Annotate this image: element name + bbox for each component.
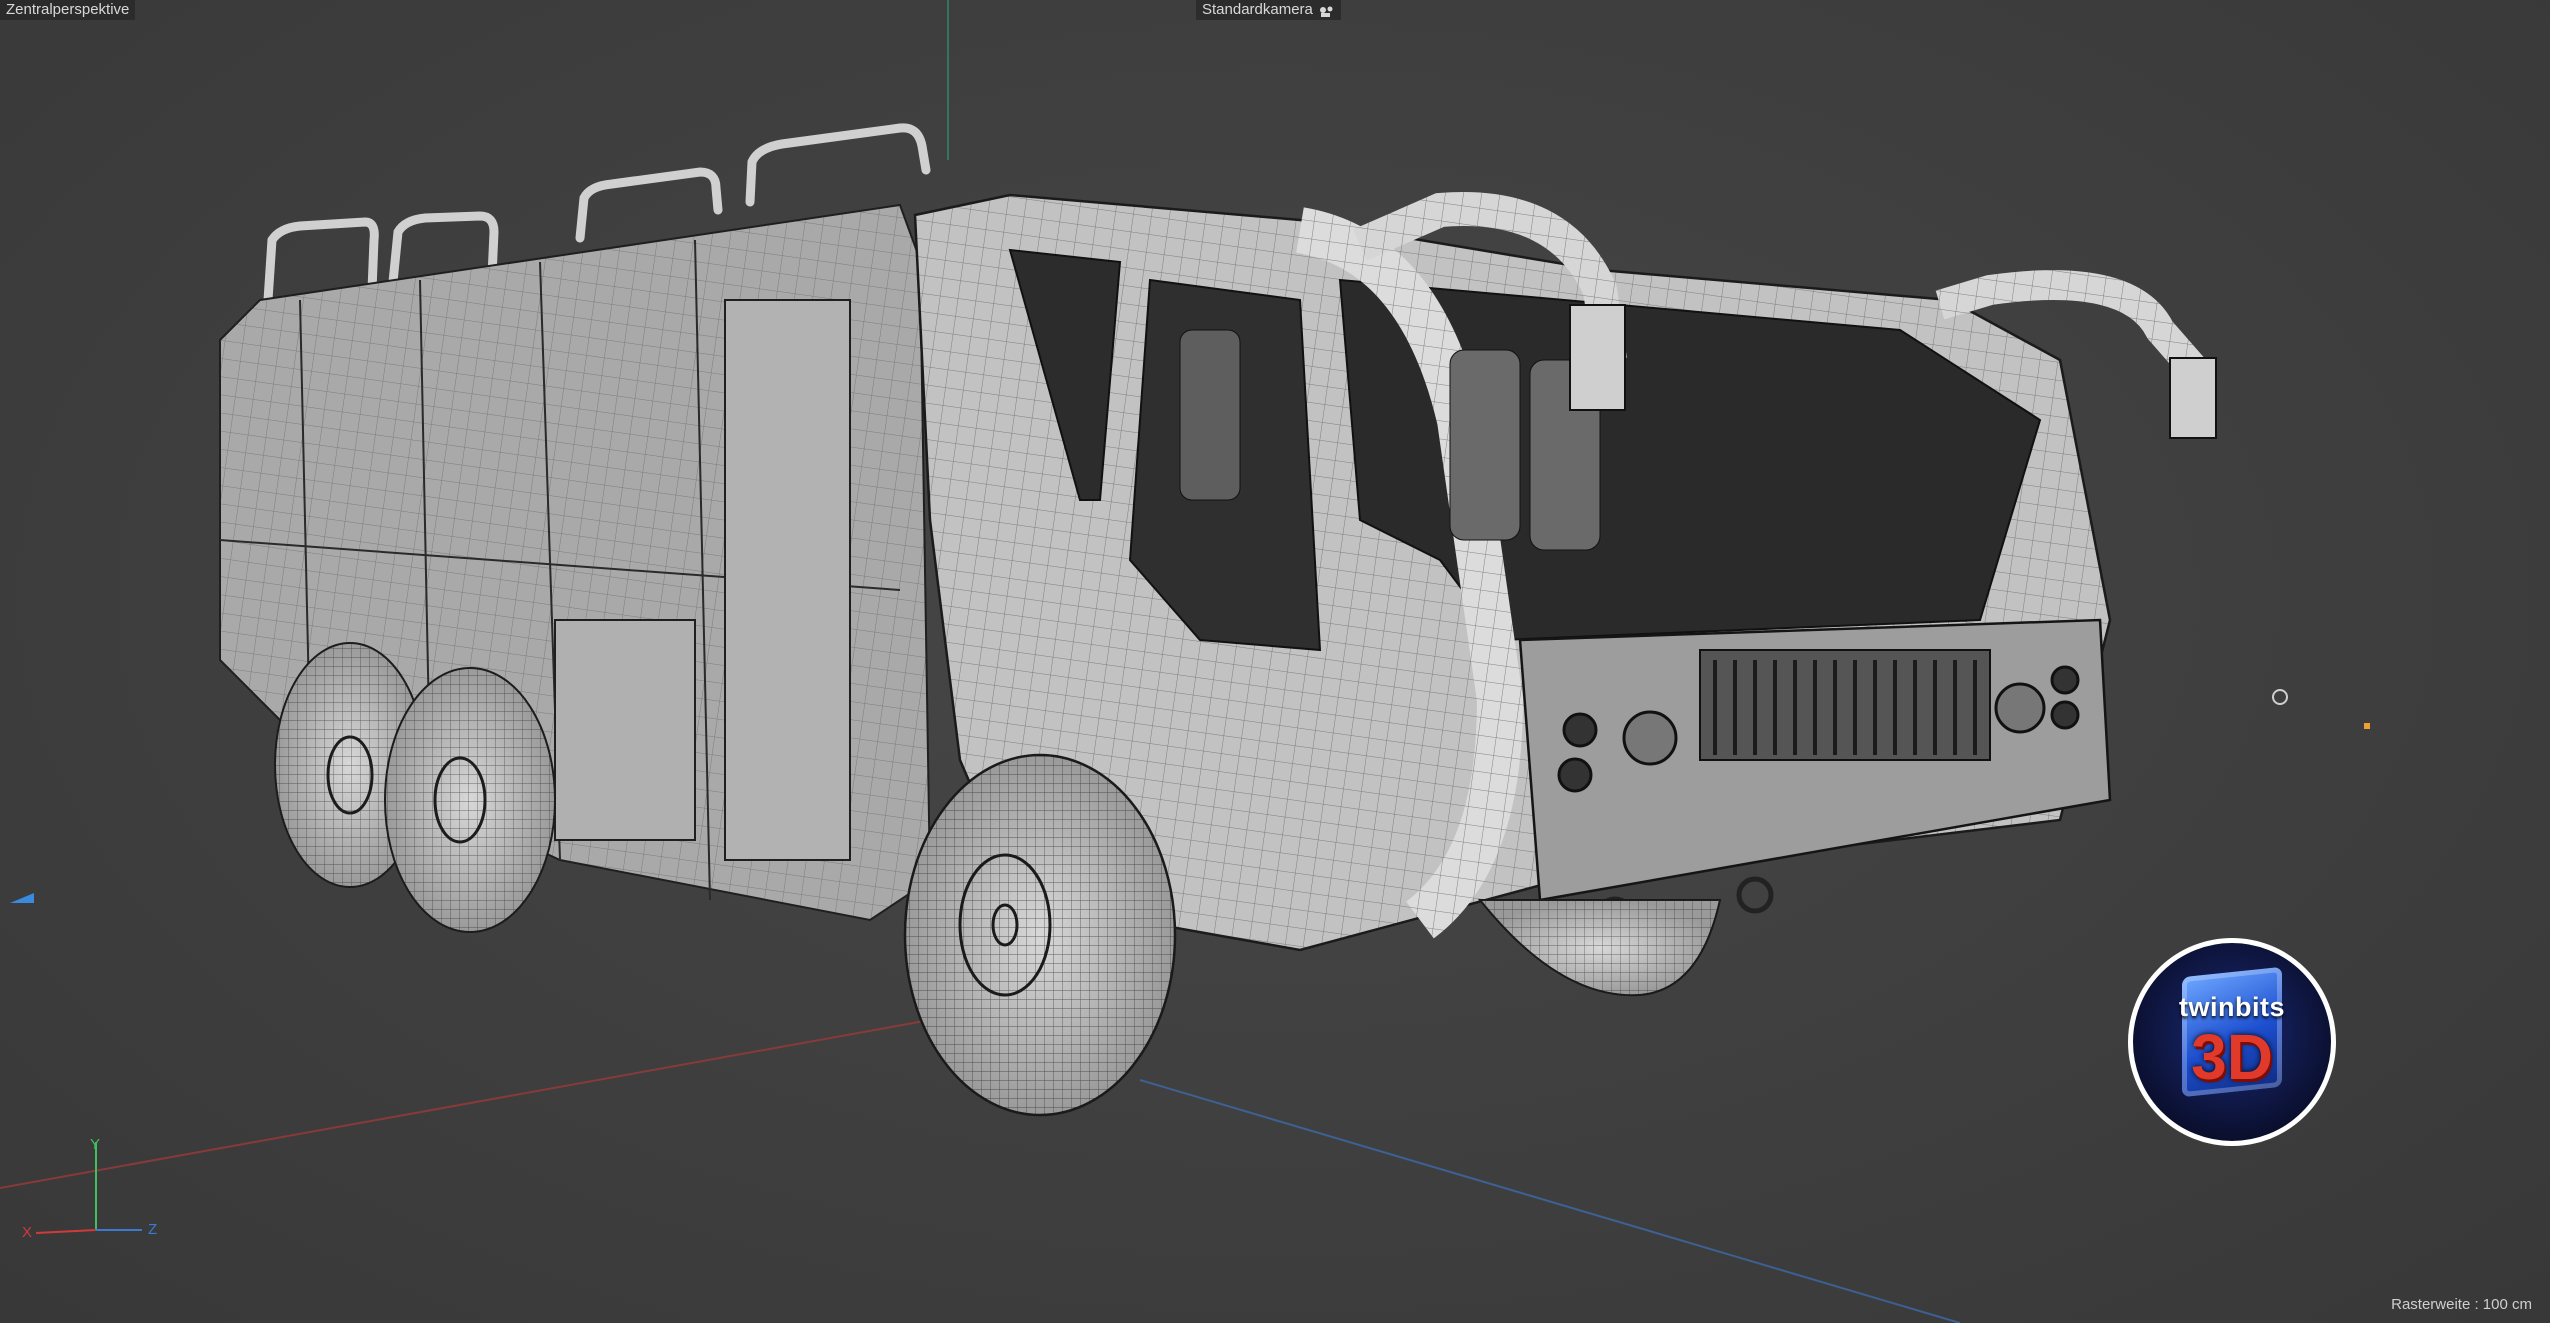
camera-name: Standardkamera (1202, 1, 1313, 18)
axis-gizmo: Y X Z (0, 1120, 190, 1250)
light-object-handle[interactable] (2272, 689, 2288, 705)
twinbits-3d-logo: twinbits 3D (2128, 938, 2336, 1146)
tow-hook-right (1736, 876, 1774, 914)
camera-selector[interactable]: Standardkamera (1196, 0, 1341, 20)
gizmo-y-label: Y (90, 1136, 101, 1153)
viewport-view-label[interactable]: Zentralperspektive (0, 0, 136, 20)
gizmo-x-label: X (22, 1224, 33, 1241)
gizmo-z-label: Z (148, 1221, 158, 1238)
logo-3d-text: 3D (2191, 1021, 2273, 1093)
front-bumper[interactable] (1518, 618, 2112, 934)
camera-rig-icon (1319, 4, 1335, 17)
view-orientation-marker[interactable] (10, 893, 34, 903)
world-z-axis-line (1139, 1079, 1961, 1323)
logo-brand-text: twinbits (2179, 992, 2285, 1022)
grid-spacing-readout: Rasterweite : 100 cm (2391, 1296, 2532, 1313)
gizmo-x-axis (35, 1229, 97, 1234)
light-target-marker[interactable] (2364, 723, 2370, 729)
3d-viewport[interactable]: Zentralperspektive Standardkamera Y X Z … (0, 0, 2550, 1323)
headlight-left (1622, 710, 1678, 766)
headlight-right (1994, 682, 2046, 734)
